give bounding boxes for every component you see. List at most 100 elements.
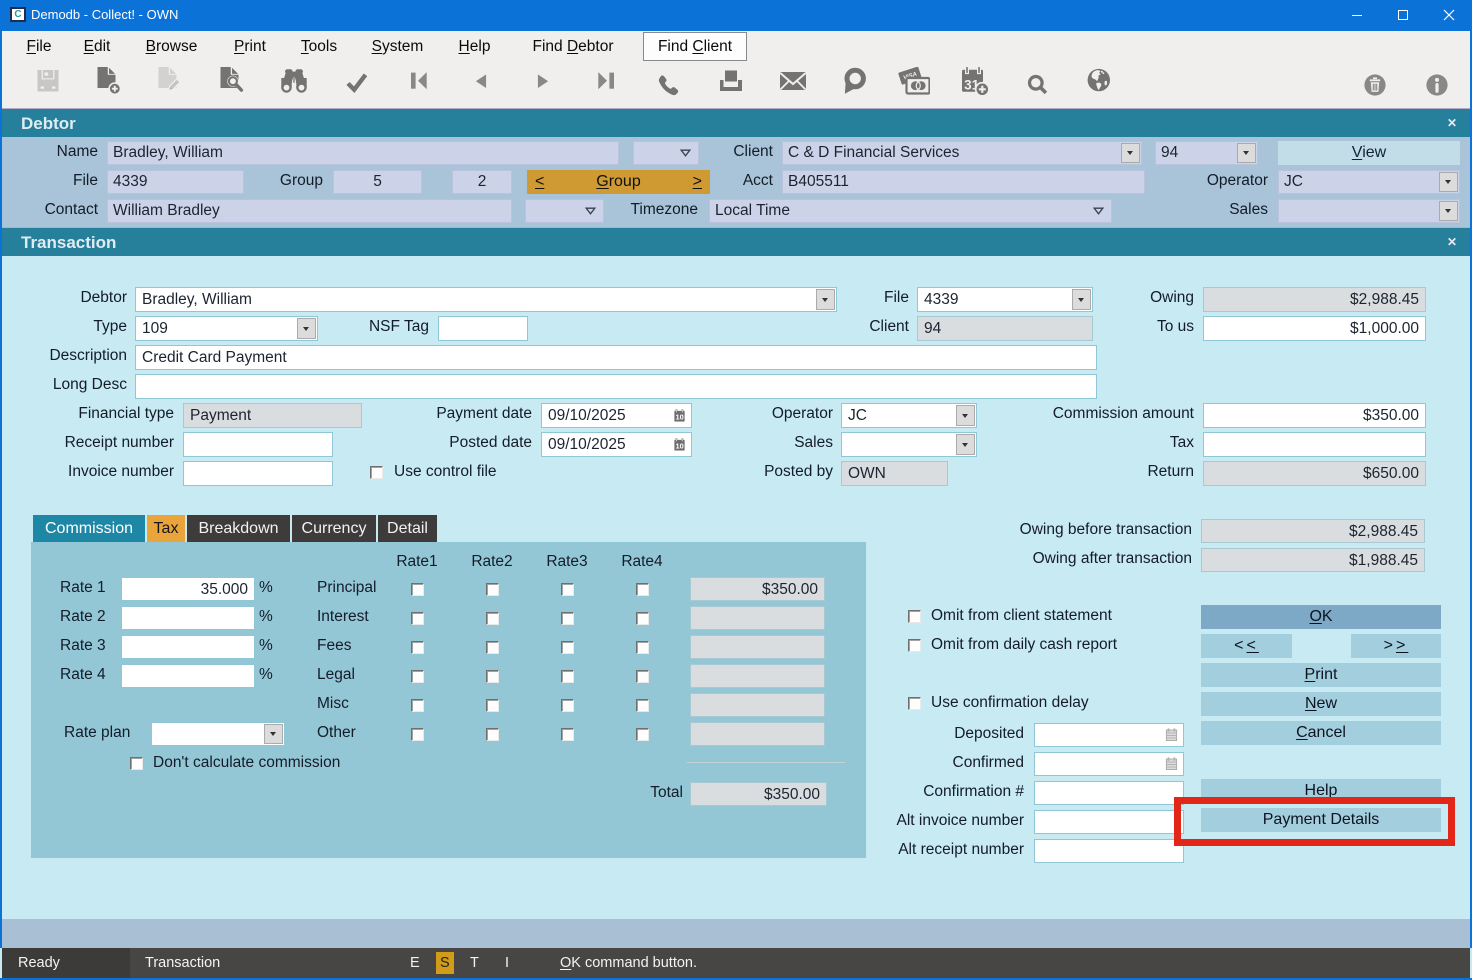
letter-button[interactable] [839, 67, 869, 97]
fees-rate1-checkbox[interactable] [411, 641, 424, 654]
other-rate4-checkbox[interactable] [636, 728, 649, 741]
info-button[interactable] [1422, 67, 1452, 97]
new-record-button[interactable] [95, 67, 125, 97]
dropdown-button-icon[interactable] [816, 289, 835, 310]
debtor-close-icon[interactable]: ✕ [1447, 109, 1457, 137]
tab-detail[interactable]: Detail [378, 515, 437, 542]
group-member-field[interactable]: 2 [452, 170, 512, 194]
interest-rate4-checkbox[interactable] [636, 612, 649, 625]
rate4-field[interactable] [121, 664, 255, 688]
minimize-button[interactable] [1334, 0, 1380, 31]
deposited-field[interactable] [1034, 723, 1184, 747]
rate3-field[interactable] [121, 635, 255, 659]
alt-receipt-field[interactable] [1034, 839, 1184, 863]
alt-invoice-field[interactable] [1034, 810, 1184, 834]
tab-tax[interactable]: Tax [147, 515, 185, 542]
group-nav-label[interactable]: Group [596, 173, 640, 190]
menu-print[interactable]: Print [221, 31, 279, 63]
view-button[interactable]: View [1278, 141, 1460, 165]
search-button[interactable] [1022, 67, 1052, 97]
interest-rate2-checkbox[interactable] [486, 612, 499, 625]
legal-rate1-checkbox[interactable] [411, 670, 424, 683]
other-rate1-checkbox[interactable] [411, 728, 424, 741]
posted-date-field[interactable]: 09/10/2025 10 [541, 432, 692, 457]
fees-rate3-checkbox[interactable] [561, 641, 574, 654]
interest-rate3-checkbox[interactable] [561, 612, 574, 625]
to-us-field[interactable]: $1,000.00 [1203, 316, 1426, 341]
find-button[interactable] [279, 67, 309, 97]
payment-date-field[interactable]: 09/10/2025 10 [541, 403, 692, 428]
maximize-button[interactable] [1380, 0, 1426, 31]
menu-find-debtor[interactable]: Find Debtor [512, 31, 634, 63]
ok-button[interactable]: OK [1201, 605, 1441, 629]
menu-tools[interactable]: Tools [290, 31, 348, 63]
description-field[interactable]: Credit Card Payment [135, 345, 1097, 370]
rate2-field[interactable] [121, 606, 255, 630]
dropdown-button-icon[interactable] [264, 724, 283, 744]
misc-rate3-checkbox[interactable] [561, 699, 574, 712]
check-ok-button[interactable] [341, 67, 371, 97]
last-record-button[interactable] [590, 67, 620, 97]
credit-card-button[interactable]: VISA [898, 67, 930, 97]
tax-field[interactable] [1203, 432, 1426, 457]
previous-button[interactable]: << [1201, 634, 1292, 658]
receipt-number-field[interactable] [183, 432, 333, 457]
commission-amount-field[interactable]: $350.00 [1203, 403, 1426, 428]
dropdown-button-icon[interactable] [1439, 172, 1458, 192]
principal-rate4-checkbox[interactable] [636, 583, 649, 596]
timezone-combo[interactable]: Local Time [709, 199, 1112, 223]
calendar-icon[interactable]: 10 [673, 409, 686, 422]
dropdown-button-icon[interactable] [1237, 143, 1256, 163]
menu-file[interactable]: File [16, 31, 62, 63]
confirmed-field[interactable] [1034, 752, 1184, 776]
legal-rate2-checkbox[interactable] [486, 670, 499, 683]
rate1-field[interactable]: 35.000 [121, 577, 255, 601]
name-field[interactable]: Bradley, William [107, 141, 619, 165]
legal-rate4-checkbox[interactable] [636, 670, 649, 683]
other-rate2-checkbox[interactable] [486, 728, 499, 741]
confirmation-number-field[interactable] [1034, 781, 1184, 805]
confirmation-delay-checkbox[interactable] [908, 697, 921, 710]
email-button[interactable] [778, 67, 808, 97]
close-button[interactable] [1426, 0, 1472, 31]
delete-button[interactable] [1360, 67, 1390, 97]
dont-calculate-commission-checkbox[interactable] [130, 757, 143, 770]
debtor-combo[interactable]: Bradley, William [135, 287, 837, 312]
tab-currency[interactable]: Currency [292, 515, 376, 542]
previous-record-button[interactable] [466, 67, 496, 97]
schedule-button[interactable]: 31 [958, 65, 990, 97]
menu-help[interactable]: Help [447, 31, 502, 63]
phone-button[interactable] [652, 67, 682, 97]
calendar-icon[interactable] [1165, 757, 1178, 770]
menu-edit[interactable]: Edit [74, 31, 120, 63]
calendar-icon[interactable]: 10 [673, 438, 686, 451]
omit-daily-cash-checkbox[interactable] [908, 639, 921, 652]
file-combo[interactable]: 4339 [917, 287, 1093, 312]
dropdown-button-icon[interactable] [956, 405, 975, 426]
client-number-combo[interactable]: 94 [1155, 141, 1258, 165]
sales-combo[interactable] [841, 432, 977, 457]
menu-find-client[interactable]: Find Client [643, 32, 747, 61]
sales-combo[interactable] [1278, 199, 1460, 223]
fees-rate4-checkbox[interactable] [636, 641, 649, 654]
group-level-field[interactable]: 5 [333, 170, 422, 194]
invoice-number-field[interactable] [183, 461, 333, 486]
web-button[interactable] [1083, 67, 1113, 97]
legal-rate3-checkbox[interactable] [561, 670, 574, 683]
print-button-panel[interactable]: Print [1201, 663, 1441, 687]
acct-field[interactable]: B405511 [782, 170, 1145, 194]
dropdown-button-icon[interactable] [297, 318, 316, 339]
principal-rate3-checkbox[interactable] [561, 583, 574, 596]
operator-combo[interactable]: JC [841, 403, 977, 428]
group-prev-label[interactable]: < [535, 170, 544, 194]
misc-rate2-checkbox[interactable] [486, 699, 499, 712]
transaction-close-icon[interactable]: ✕ [1447, 228, 1457, 256]
nsf-tag-field[interactable] [438, 316, 528, 341]
next-record-button[interactable] [528, 67, 558, 97]
calendar-icon[interactable] [1165, 728, 1178, 741]
preview-button[interactable] [218, 67, 248, 97]
menu-system[interactable]: System [359, 31, 436, 63]
tab-commission[interactable]: Commission [33, 515, 145, 542]
omit-client-statement-checkbox[interactable] [908, 610, 921, 623]
principal-rate2-checkbox[interactable] [486, 583, 499, 596]
